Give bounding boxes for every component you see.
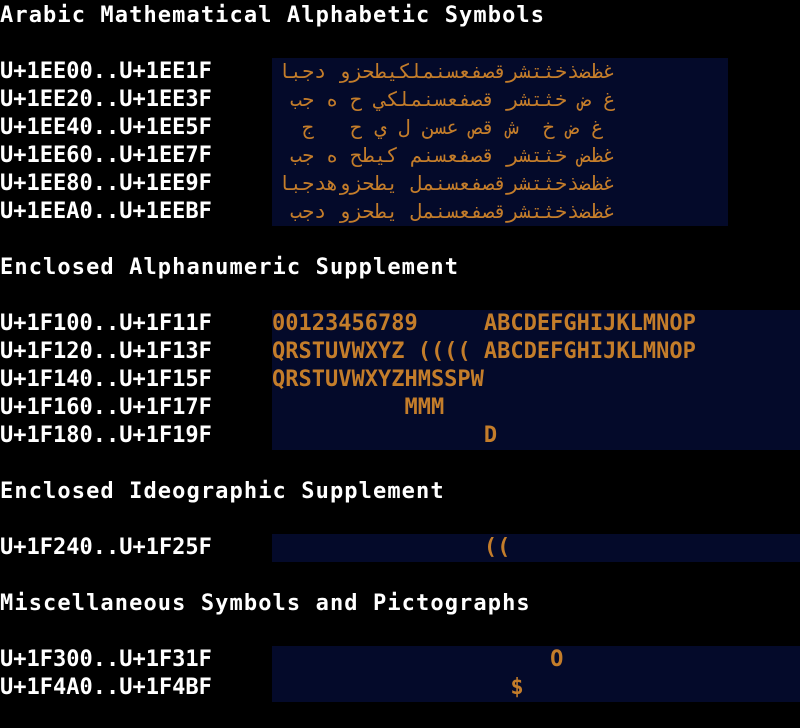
glyph-cells: 00123456789 ABCDEFGHIJKLMNOP bbox=[272, 310, 800, 338]
range-label: U+1EE00..U+1EE1F bbox=[0, 59, 212, 84]
glyph-cells: بج ه حطيك منسعفصق رشتثخ ضظغ bbox=[272, 142, 728, 170]
glyph-cells: ابجد وزحطيكلمنسعفصقرشتثخذضظغ bbox=[272, 58, 728, 86]
range-label: U+1EE20..U+1EE3F bbox=[0, 87, 212, 112]
glyph-row: U+1EE80..U+1EE9F ابجدهوزحطي لمنسعفصقرشتث… bbox=[0, 170, 800, 198]
glyph-row: U+1F300..U+1F31F O bbox=[0, 646, 800, 674]
glyph-text: ابجد وزحطيكلمنسعفصقرشتثخذضظغ bbox=[278, 59, 616, 83]
glyph-text: $ bbox=[272, 675, 524, 700]
range-label: U+1F140..U+1F15F bbox=[0, 367, 212, 392]
glyph-row: U+1EE60..U+1EE7F بج ه حطيك منسعفصق رشتثخ… bbox=[0, 142, 800, 170]
glyph-cells: ج ح ي ل نسع صق ش خ ض غ bbox=[272, 114, 728, 142]
glyph-cells: بج ه ح يكلمنسعفصق رشتثخ ض غ bbox=[272, 86, 728, 114]
range-label: U+1EE80..U+1EE9F bbox=[0, 171, 212, 196]
glyph-row: U+1F160..U+1F17F MMM bbox=[0, 394, 800, 422]
terminal-screen: Arabic Mathematical Alphabetic Symbols U… bbox=[0, 0, 800, 728]
glyph-row: U+1F100..U+1F11F 00123456789 ABCDEFGHIJK… bbox=[0, 310, 800, 338]
glyph-text: بج ه ح يكلمنسعفصق رشتثخ ض غ bbox=[278, 87, 616, 111]
glyph-row: U+1F4A0..U+1F4BF $ bbox=[0, 674, 800, 702]
glyph-row: U+1F180..U+1F19F D bbox=[0, 422, 800, 450]
glyph-cells: (( bbox=[272, 534, 800, 562]
range-label: U+1F300..U+1F31F bbox=[0, 647, 212, 672]
glyph-text: D bbox=[272, 423, 498, 448]
glyph-cells: QRSTUVWXYZHMSSPW bbox=[272, 366, 800, 394]
glyph-text: O bbox=[272, 647, 564, 672]
glyph-row: U+1F240..U+1F25F (( bbox=[0, 534, 800, 562]
range-label: U+1EEA0..U+1EEBF bbox=[0, 199, 212, 224]
range-label: U+1F4A0..U+1F4BF bbox=[0, 675, 212, 700]
glyph-text: QRSTUVWXYZ (((( ABCDEFGHIJKLMNOP bbox=[272, 339, 696, 364]
section-title-enclosed-alphanumeric: Enclosed Alphanumeric Supplement bbox=[0, 255, 460, 280]
range-label: U+1F240..U+1F25F bbox=[0, 535, 212, 560]
glyph-text: ج ح ي ل نسع صق ش خ ض غ bbox=[278, 115, 604, 139]
glyph-cells: ابجدهوزحطي لمنسعفصقرشتثخذضظغ bbox=[272, 170, 728, 198]
glyph-row: U+1EE00..U+1EE1F ابجد وزحطيكلمنسعفصقرشتث… bbox=[0, 58, 800, 86]
glyph-text: بجد وزحطي لمنسعفصقرشتثخذضظغ bbox=[278, 199, 616, 223]
range-label: U+1F100..U+1F11F bbox=[0, 311, 212, 336]
range-label: U+1F160..U+1F17F bbox=[0, 395, 212, 420]
section-title-misc-symbols: Miscellaneous Symbols and Pictographs bbox=[0, 591, 531, 616]
glyph-text: بج ه حطيك منسعفصق رشتثخ ضظغ bbox=[278, 143, 616, 167]
glyph-row: U+1EE20..U+1EE3F بج ه ح يكلمنسعفصق رشتثخ… bbox=[0, 86, 800, 114]
glyph-row: U+1EE40..U+1EE5F ج ح ي ل نسع صق ش خ ض غ bbox=[0, 114, 800, 142]
glyph-text: (( bbox=[272, 535, 511, 560]
range-label: U+1EE60..U+1EE7F bbox=[0, 143, 212, 168]
glyph-cells: $ bbox=[272, 674, 800, 702]
glyph-cells: O bbox=[272, 646, 800, 674]
glyph-cells: D bbox=[272, 422, 800, 450]
glyph-cells: بجد وزحطي لمنسعفصقرشتثخذضظغ bbox=[272, 198, 728, 226]
glyph-text: ابجدهوزحطي لمنسعفصقرشتثخذضظغ bbox=[278, 171, 616, 195]
section-title-enclosed-ideographic: Enclosed Ideographic Supplement bbox=[0, 479, 445, 504]
section-title-arabic-math: Arabic Mathematical Alphabetic Symbols bbox=[0, 3, 546, 28]
range-label: U+1EE40..U+1EE5F bbox=[0, 115, 212, 140]
glyph-row: U+1F140..U+1F15F QRSTUVWXYZHMSSPW bbox=[0, 366, 800, 394]
range-label: U+1F120..U+1F13F bbox=[0, 339, 212, 364]
glyph-text: MMM bbox=[272, 395, 445, 420]
glyph-text: 00123456789 ABCDEFGHIJKLMNOP bbox=[272, 311, 696, 336]
range-label: U+1F180..U+1F19F bbox=[0, 423, 212, 448]
glyph-row: U+1EEA0..U+1EEBF بجد وزحطي لمنسعفصقرشتثخ… bbox=[0, 198, 800, 226]
glyph-cells: QRSTUVWXYZ (((( ABCDEFGHIJKLMNOP bbox=[272, 338, 800, 366]
glyph-cells: MMM bbox=[272, 394, 800, 422]
glyph-text: QRSTUVWXYZHMSSPW bbox=[272, 367, 484, 392]
glyph-row: U+1F120..U+1F13F QRSTUVWXYZ (((( ABCDEFG… bbox=[0, 338, 800, 366]
